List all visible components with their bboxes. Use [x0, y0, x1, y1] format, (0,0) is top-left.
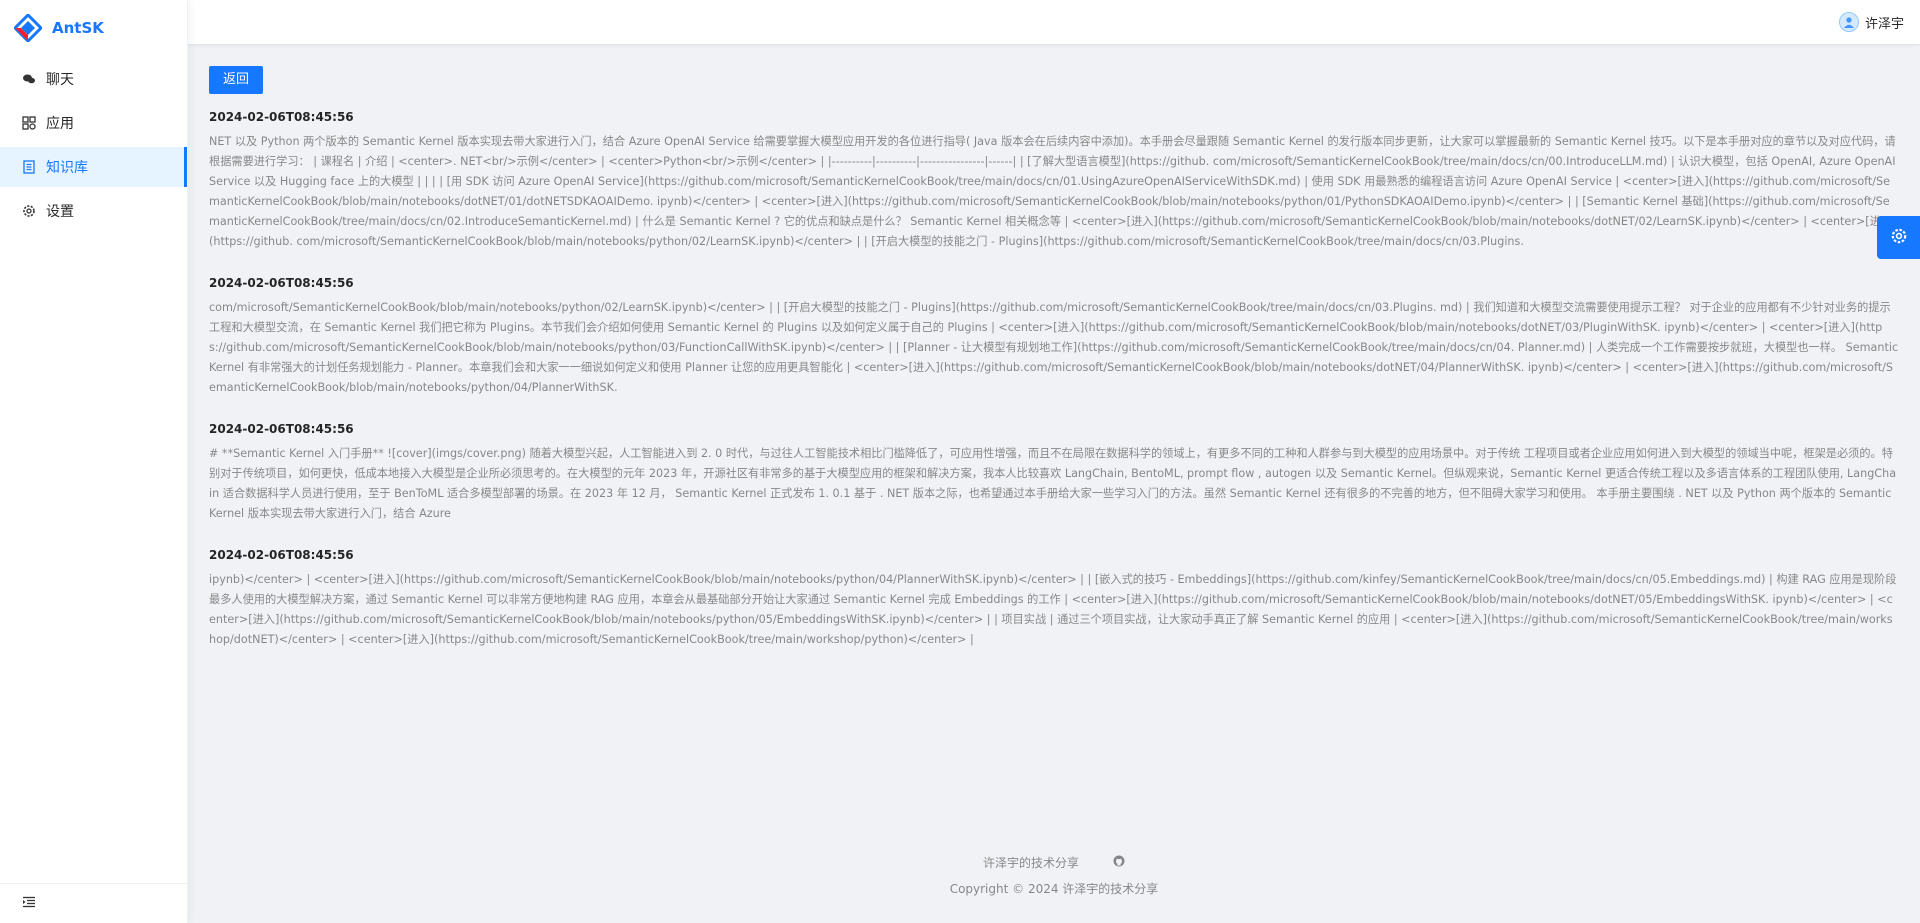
sidebar-item-chat[interactable]: 聊天: [0, 59, 187, 99]
record-text: NET 以及 Python 两个版本的 Semantic Kernel 版本实现…: [209, 135, 1897, 248]
main-content: 返回 2024-02-06T08:45:56 NET 以及 Python 两个版…: [188, 44, 1920, 923]
chat-icon: [22, 72, 36, 86]
floating-settings-button[interactable]: [1877, 216, 1920, 259]
setting-icon: [22, 204, 36, 218]
copyright-text: Copyright © 2024 许泽宇的技术分享: [949, 882, 1159, 896]
record-timestamp: 2024-02-06T08:45:56: [209, 422, 354, 436]
app-icon: [22, 116, 36, 130]
user-name: 许泽宇: [1864, 16, 1904, 32]
sidebar-item-settings[interactable]: 设置: [0, 191, 187, 231]
avatar-icon: [1838, 12, 1859, 32]
github-icon[interactable]: [1113, 855, 1125, 870]
sidebar-item-knowledge-base[interactable]: 知识库: [0, 147, 187, 187]
list-item: 2024-02-06T08:45:56 # **Semantic Kernel …: [209, 422, 1899, 524]
sidebar-item-app[interactable]: 应用: [0, 103, 187, 143]
menu-fold-icon: [22, 894, 36, 913]
list-item: 2024-02-06T08:45:56 com/microsoft/Semant…: [209, 276, 1899, 398]
knowledge-record-list: 2024-02-06T08:45:56 NET 以及 Python 两个版本的 …: [209, 110, 1900, 650]
sidebar-collapse-button[interactable]: [0, 883, 188, 923]
record-text: ipynb)</center> | <center>[进入](https://g…: [209, 573, 1897, 646]
record-timestamp: 2024-02-06T08:45:56: [209, 276, 354, 290]
record-timestamp: 2024-02-06T08:45:56: [209, 110, 354, 124]
sidebar-item-label: 聊天: [46, 72, 74, 88]
footer-link-tech-share[interactable]: 许泽宇的技术分享: [983, 854, 1079, 871]
app-name: AntSK: [52, 18, 104, 37]
record-text: com/microsoft/SemanticKernelCookBook/blo…: [209, 301, 1899, 394]
knowledge-base-icon: [22, 160, 36, 174]
setting-icon: [1890, 227, 1908, 249]
back-button[interactable]: 返回: [209, 66, 264, 94]
top-header: 许泽宇: [188, 0, 1920, 44]
sidebar: AntSK 聊天 应用 知识库 设置: [0, 0, 188, 923]
sidebar-item-label: 知识库: [46, 160, 88, 176]
sidebar-item-label: 应用: [46, 116, 74, 132]
record-timestamp: 2024-02-06T08:45:56: [209, 548, 354, 562]
user-menu[interactable]: 许泽宇: [1838, 12, 1904, 32]
sidebar-item-label: 设置: [46, 204, 74, 220]
footer-links: 许泽宇的技术分享: [188, 852, 1920, 872]
page-footer: 许泽宇的技术分享 Copyright © 2024 许泽宇的技术分享: [188, 852, 1920, 897]
record-text: # **Semantic Kernel 入门手册** ![cover](imgs…: [209, 447, 1897, 520]
list-item: 2024-02-06T08:45:56 ipynb)</center> | <c…: [209, 548, 1899, 650]
list-item: 2024-02-06T08:45:56 NET 以及 Python 两个版本的 …: [209, 110, 1899, 252]
antsk-logo-icon: [12, 12, 44, 43]
side-menu: 聊天 应用 知识库 设置: [0, 59, 187, 231]
logo[interactable]: AntSK: [0, 0, 187, 55]
